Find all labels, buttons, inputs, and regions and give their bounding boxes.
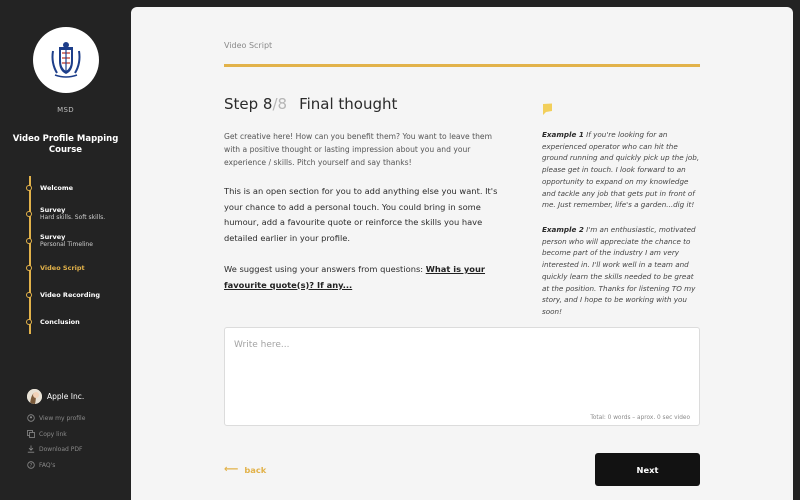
example-2: Example 2 I'm an enthusiastic, motivated… [542, 224, 702, 318]
step-label: Step 8 [224, 95, 273, 113]
nav-label: Survey [40, 233, 66, 241]
user-name: Apple Inc. [47, 392, 85, 401]
sidebar: MSD Video Profile Mapping Course Welcome… [0, 0, 131, 500]
script-textarea[interactable]: Write here... Total: 0 words – aprox. 0 … [224, 327, 700, 426]
suggestion-text: We suggest using your answers from quest… [224, 262, 506, 293]
user-account[interactable]: Apple Inc. [27, 389, 84, 404]
nav-dot [26, 238, 32, 244]
faq-link[interactable]: ? FAQ's [27, 461, 55, 469]
nav-label: Conclusion [40, 318, 80, 326]
main-content: Video Script Step 8/8 Final thought Get c… [131, 7, 793, 500]
svg-text:?: ? [30, 463, 33, 469]
suggestion-prefix: We suggest using your answers from quest… [224, 264, 424, 274]
example-text: I'm an enthusiastic, motivated person wh… [542, 225, 696, 316]
body-text: This is an open section for you to add a… [224, 186, 498, 243]
example-title: Example 2 [542, 225, 584, 234]
copy-icon [27, 430, 35, 438]
crest-icon [51, 42, 81, 78]
download-pdf-link[interactable]: Download PDF [27, 445, 82, 453]
coat-of-arms-logo [33, 27, 99, 93]
nav-dot [26, 211, 32, 217]
back-label: back [244, 464, 267, 475]
avatar [27, 389, 42, 404]
nav-dot [26, 185, 32, 191]
user-icon [27, 414, 35, 422]
example-text: If you're looking for an experienced ope… [542, 130, 700, 210]
step-title-text: Final thought [299, 95, 398, 113]
link-label: View my profile [39, 414, 86, 422]
link-label: Download PDF [39, 445, 83, 453]
nav-dot [26, 319, 32, 325]
nav-sublabel: Hard skills. Soft skills. [40, 214, 106, 221]
example-title: Example 1 [542, 130, 584, 139]
nav-label: Video Recording [40, 291, 101, 299]
progress-track [29, 176, 31, 334]
page-title: Step 8/8 Final thought [224, 95, 397, 113]
view-profile-link[interactable]: View my profile [27, 414, 85, 422]
nav-label: Survey [40, 206, 66, 214]
nav-sublabel: Personal Timeline [40, 241, 93, 248]
progress-bar [224, 64, 700, 67]
help-icon: ? [27, 461, 35, 469]
next-button[interactable]: Next [595, 453, 700, 486]
org-name: MSD [57, 106, 74, 114]
nav-dot [26, 265, 32, 271]
course-title: Video Profile Mapping Course [12, 134, 119, 155]
step-total: /8 [272, 95, 288, 113]
breadcrumb: Video Script [224, 41, 273, 50]
link-label: FAQ's [39, 461, 56, 469]
example-1: Example 1 If you're looking for an exper… [542, 129, 702, 211]
flag-icon [542, 101, 553, 120]
intro-text: Get creative here! How can you benefit t… [224, 132, 492, 167]
link-label: Copy link [39, 430, 67, 438]
download-icon [27, 445, 35, 453]
textarea-placeholder: Write here... [234, 340, 290, 350]
word-counter: Total: 0 words – aprox. 0 sec video [590, 415, 690, 421]
back-button[interactable]: ⟵ back [224, 464, 266, 475]
nav-dot [26, 292, 32, 298]
arrow-left-icon: ⟵ [224, 464, 239, 475]
nav-label: Welcome [40, 184, 74, 192]
nav-label: Video Script [40, 264, 85, 272]
copy-link[interactable]: Copy link [27, 430, 67, 438]
